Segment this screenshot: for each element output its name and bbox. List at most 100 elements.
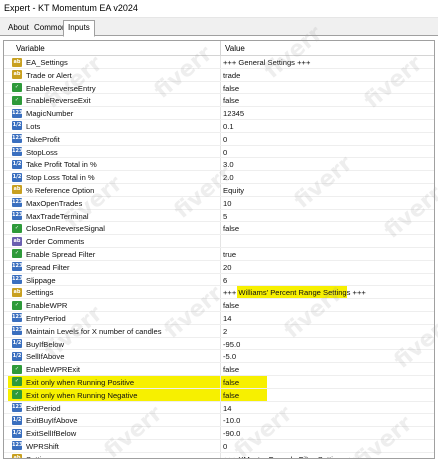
grid-row[interactable]: 1/2 Stop Loss Total in % 2.0: [4, 171, 434, 184]
grid-row[interactable]: 123 StopLoss 0: [4, 145, 434, 159]
variable-value[interactable]: 14: [223, 314, 231, 323]
list-type-icon: ab: [12, 236, 22, 246]
variable-value[interactable]: -5.0: [223, 352, 236, 361]
variable-value[interactable]: false: [223, 84, 239, 93]
variable-value[interactable]: trade: [223, 71, 240, 80]
variable-name: Enable Spread Filter: [26, 249, 96, 259]
grid-row[interactable]: ab % Reference Option Equity: [4, 183, 434, 197]
cell-divider: [220, 350, 221, 363]
variable-value[interactable]: false: [223, 391, 239, 400]
grid-row[interactable]: 123 TakeProfit 0: [4, 132, 434, 146]
number-type-icon: 123: [12, 403, 23, 413]
column-divider[interactable]: [220, 41, 221, 56]
grid-row[interactable]: 123 ExitPeriod 14: [4, 401, 434, 415]
cell-divider: [220, 363, 221, 375]
cell-divider: [220, 427, 221, 439]
variable-value[interactable]: 0: [223, 135, 227, 144]
grid-row[interactable]: ✓ EnableWPRExit false: [4, 363, 434, 376]
variable-name: Spread Filter: [26, 262, 70, 272]
cell-divider: [220, 145, 221, 158]
variable-value[interactable]: 0: [223, 442, 227, 451]
variable-name: EnableReverseEntry: [26, 83, 96, 93]
variable-value[interactable]: -95.0: [223, 340, 240, 349]
variable-value[interactable]: Equity: [223, 186, 244, 195]
cell-divider: [220, 286, 221, 299]
variable-name: EnableWPRExit: [26, 365, 81, 375]
variable-value[interactable]: +++ Williams' Percent Range Settings +++: [223, 288, 366, 297]
grid-row[interactable]: 1/2 Take Profit Total in % 3.0: [4, 158, 434, 172]
variable-value[interactable]: 3.0: [223, 160, 234, 169]
number-type-icon: 123: [12, 147, 23, 157]
variable-value[interactable]: 6: [223, 276, 227, 285]
grid-row[interactable]: ab Settings +++ XMaster Formula Filter Set…: [4, 452, 434, 458]
variable-value[interactable]: 0: [223, 148, 227, 157]
variable-value[interactable]: 14: [223, 404, 231, 413]
variable-name: Exit only when Running Positive: [26, 377, 135, 387]
grid-row[interactable]: 1/2 ExitSellIfBelow -90.0: [4, 427, 434, 440]
number-type-icon: 1/2: [12, 159, 22, 169]
grid-row[interactable]: ✓ EnableReverseEntry false: [4, 81, 434, 95]
window-titlebar: Expert - KT Momentum EA v2024: [0, 0, 438, 18]
boolean-type-icon: ✓: [12, 249, 22, 259]
grid-row[interactable]: 123 WPRShift 0: [4, 439, 434, 453]
grid-row[interactable]: ab Settings +++ Williams' Percent Range Se…: [4, 286, 434, 300]
variable-value[interactable]: 2.0: [223, 173, 234, 182]
variable-value[interactable]: 12345: [223, 109, 244, 118]
number-type-icon: 1/2: [12, 415, 22, 425]
grid-row[interactable]: ✓ EnableReverseExit false: [4, 94, 434, 108]
tab-inputs[interactable]: Inputs: [63, 20, 95, 37]
variable-name: Lots: [26, 121, 41, 131]
grid-row[interactable]: ✓ Exit only when Running Negative false: [4, 388, 434, 402]
grid-row[interactable]: 123 Slippage 6: [4, 273, 434, 287]
cell-divider: [220, 401, 221, 414]
grid-row[interactable]: 1/2 ExitBuyIfAbove -10.0: [4, 414, 434, 428]
variable-value[interactable]: true: [223, 250, 236, 259]
variable-value[interactable]: +++ XMaster Formula Filter Settings +++: [223, 455, 361, 458]
grid-row[interactable]: ✓ Exit only when Running Positive false: [4, 375, 434, 389]
number-type-icon: 123: [12, 262, 23, 272]
variable-name: ExitSellIfBelow: [26, 429, 77, 439]
grid-row[interactable]: 123 MagicNumber 12345: [4, 107, 434, 120]
number-type-icon: 1/2: [12, 121, 22, 131]
grid-row[interactable]: ab Trade or Alert trade: [4, 68, 434, 82]
grid-row[interactable]: 1/2 BuyIfBelow -95.0: [4, 337, 434, 351]
grid-row[interactable]: ab Order Comments: [4, 235, 434, 248]
grid-row[interactable]: 123 MaxTradeTerminal 5: [4, 209, 434, 223]
cell-divider: [220, 311, 221, 324]
variable-value[interactable]: false: [223, 96, 239, 105]
variable-value[interactable]: 20: [223, 263, 231, 272]
number-type-icon: 123: [12, 134, 23, 144]
number-type-icon: 123: [12, 275, 23, 285]
variable-value[interactable]: 2: [223, 327, 227, 336]
boolean-type-icon: ✓: [12, 364, 22, 374]
column-header-variable[interactable]: Variable: [16, 44, 45, 53]
variable-name: MagicNumber: [26, 109, 74, 119]
grid-row[interactable]: ✓ EnableWPR false: [4, 299, 434, 312]
grid-row[interactable]: 123 Spread Filter 20: [4, 260, 434, 274]
variable-value[interactable]: -90.0: [223, 429, 240, 438]
column-header-value[interactable]: Value: [225, 44, 245, 53]
boolean-type-icon: ✓: [12, 83, 22, 93]
variable-value[interactable]: false: [223, 224, 239, 233]
variable-value[interactable]: 10: [223, 199, 231, 208]
tab-about[interactable]: About: [4, 21, 33, 36]
cell-divider: [220, 452, 221, 458]
variable-value[interactable]: false: [223, 365, 239, 374]
string-type-icon: ab: [12, 70, 22, 80]
grid-row[interactable]: ab EA_Settings +++ General Settings +++: [4, 56, 434, 69]
grid-row[interactable]: ✓ CloseOnReverseSignal false: [4, 222, 434, 236]
variable-value[interactable]: 0.1: [223, 122, 234, 131]
grid-row[interactable]: ✓ Enable Spread Filter true: [4, 247, 434, 261]
grid-row[interactable]: 1/2 Lots 0.1: [4, 119, 434, 133]
grid-row[interactable]: 1/2 SellIfAbove -5.0: [4, 350, 434, 364]
variable-value[interactable]: -10.0: [223, 416, 240, 425]
grid-row[interactable]: 123 MaxOpenTrades 10: [4, 196, 434, 210]
cell-divider: [220, 222, 221, 235]
variable-value[interactable]: 5: [223, 212, 227, 221]
variable-value[interactable]: +++ General Settings +++: [223, 58, 310, 67]
grid-row[interactable]: 123 Maintain Levels for X number of candl…: [4, 324, 434, 338]
variable-value[interactable]: false: [223, 378, 239, 387]
variable-name: Trade or Alert: [26, 70, 72, 80]
variable-value[interactable]: false: [223, 301, 239, 310]
grid-row[interactable]: 123 EntryPeriod 14: [4, 311, 434, 325]
